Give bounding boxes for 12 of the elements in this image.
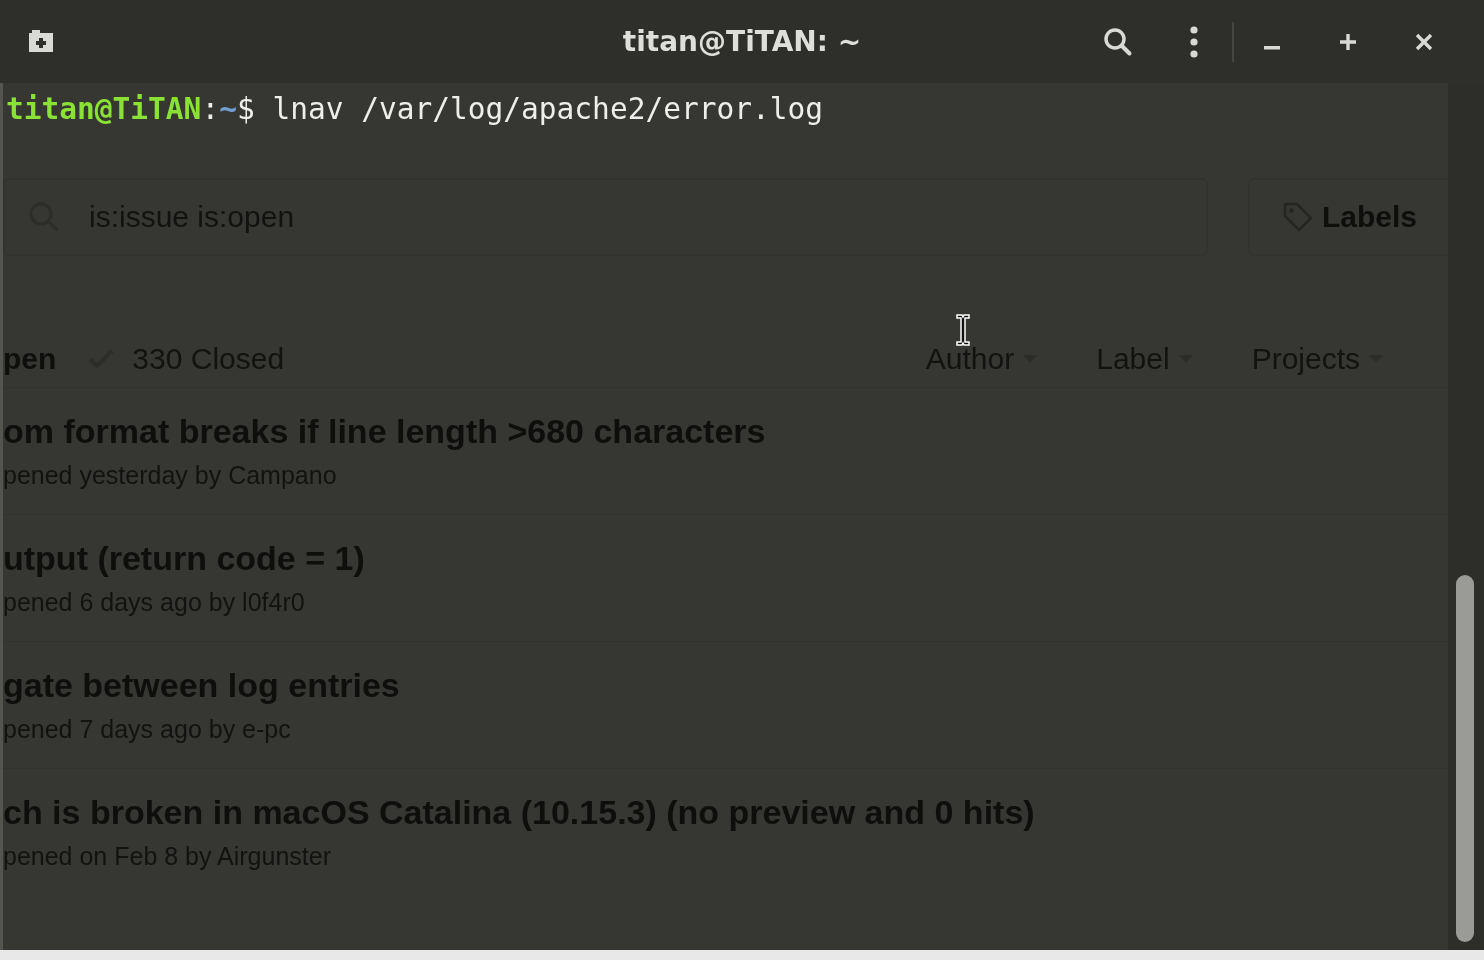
new-tab-button[interactable] (26, 28, 56, 55)
plus-icon (1339, 32, 1357, 51)
new-tab-icon (26, 28, 56, 55)
scrollbar-thumb[interactable] (1456, 575, 1474, 942)
terminal-line: titan@TiTAN:~$ lnav /var/log/apache2/error.log (6, 91, 823, 128)
scrollbar[interactable] (1448, 83, 1484, 950)
close-icon (1415, 32, 1433, 51)
kebab-menu-icon (1189, 25, 1199, 58)
search-icon (1103, 26, 1133, 57)
minimize-icon (1264, 45, 1280, 50)
text-cursor-icon (955, 313, 971, 347)
window-title: titan@TiTAN: ~ (622, 25, 862, 58)
